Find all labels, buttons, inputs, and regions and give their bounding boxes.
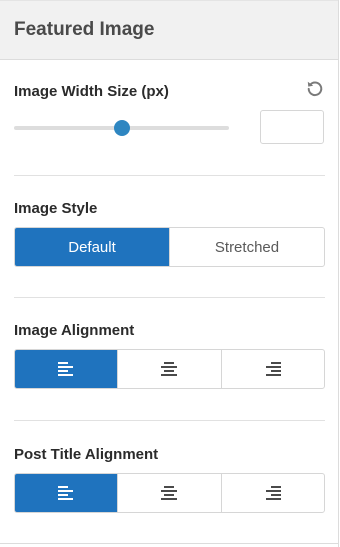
divider xyxy=(14,175,325,176)
featured-image-panel: Featured Image Image Width Size (px) Ima… xyxy=(0,0,339,547)
align-center-icon xyxy=(161,486,178,500)
image-alignment-toggle xyxy=(14,349,325,389)
bottom-border xyxy=(0,543,339,544)
panel-header: Featured Image xyxy=(0,0,338,60)
align-left-icon xyxy=(58,362,74,376)
image-width-input[interactable] xyxy=(260,110,324,144)
panel-title: Featured Image xyxy=(14,19,155,40)
post-title-alignment-label: Post Title Alignment xyxy=(14,446,159,463)
title-align-left-button[interactable] xyxy=(15,474,118,512)
divider xyxy=(14,420,325,421)
slider-thumb[interactable] xyxy=(113,120,130,136)
image-style-label: Image Style xyxy=(14,200,98,217)
image-style-default-button[interactable]: Default xyxy=(15,228,169,266)
image-align-right-button[interactable] xyxy=(220,350,324,388)
title-align-right-button[interactable] xyxy=(220,474,324,512)
image-align-left-button[interactable] xyxy=(15,350,118,388)
align-right-icon xyxy=(265,486,281,500)
align-left-icon xyxy=(58,486,74,500)
image-alignment-label: Image Alignment xyxy=(14,322,135,339)
post-title-alignment-toggle xyxy=(14,473,325,513)
image-style-stretched-button[interactable]: Stretched xyxy=(169,228,324,266)
title-align-center-button[interactable] xyxy=(117,474,220,512)
image-width-size-label: Image Width Size (px) xyxy=(14,83,169,100)
align-right-icon xyxy=(265,362,281,376)
reset-icon[interactable] xyxy=(306,79,324,97)
image-align-center-button[interactable] xyxy=(117,350,220,388)
align-center-icon xyxy=(161,362,178,376)
divider xyxy=(14,297,325,298)
image-width-slider[interactable] xyxy=(14,120,229,136)
image-style-toggle: Default Stretched xyxy=(14,227,325,267)
